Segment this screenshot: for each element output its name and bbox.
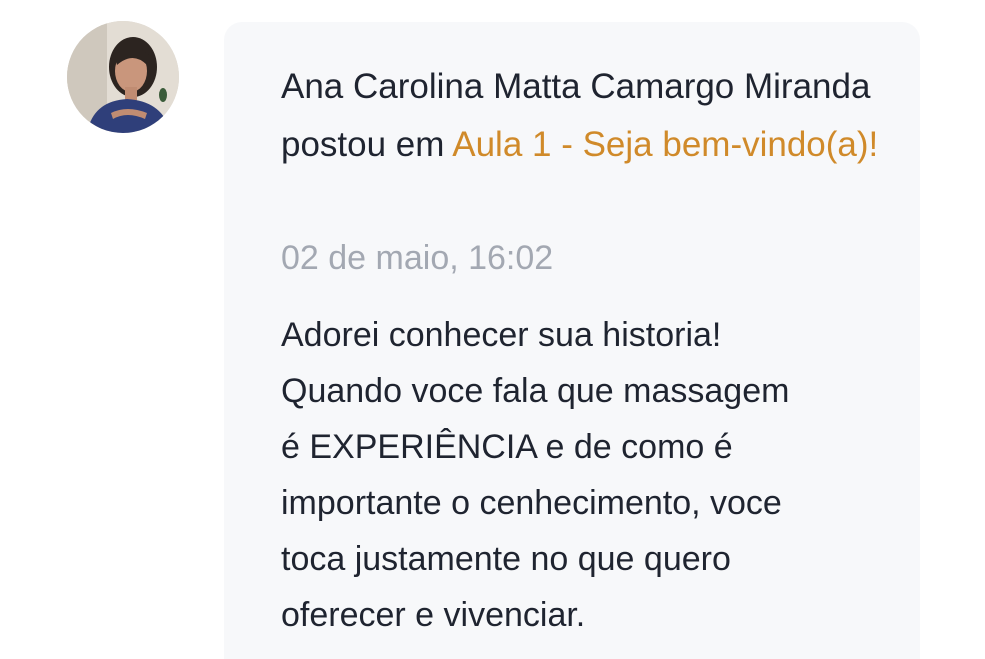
post-body-line: toca justamente no que quero: [281, 540, 731, 578]
post-body-line: Quando voce fala que massagem: [281, 372, 790, 410]
post-body-line: importante o cenhecimento, voce: [281, 484, 782, 522]
lesson-link[interactable]: Aula 1 - Seja bem-vindo(a)!: [452, 125, 878, 164]
post-header: Ana Carolina Matta Camargo Miranda posto…: [281, 58, 881, 174]
author-name[interactable]: Ana Carolina Matta Camargo Miranda: [281, 67, 870, 106]
avatar[interactable]: [67, 21, 179, 133]
post-body: Adorei conhecer sua historia! Quando voc…: [281, 307, 881, 643]
post-body-line: oferecer e vivenciar.: [281, 596, 586, 634]
post-body-line: Adorei conhecer sua historia!: [281, 316, 722, 354]
post-body-line: é EXPERIÊNCIA e de como é: [281, 428, 733, 466]
page: Ana Carolina Matta Camargo Miranda posto…: [0, 0, 985, 659]
post-timestamp: 02 de maio, 16:02: [281, 239, 554, 277]
post-action-text: postou em: [281, 125, 453, 164]
user-avatar-photo-icon: [67, 21, 179, 133]
